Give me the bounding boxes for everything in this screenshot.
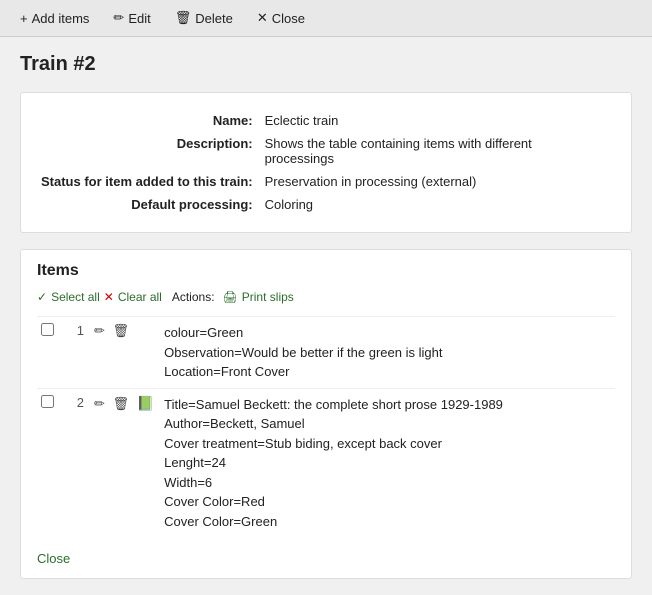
item1-icons: ✏ 🗑 bbox=[88, 317, 160, 389]
item2-edit-button[interactable]: ✏ bbox=[92, 396, 107, 412]
table-row: 2 ✏ 🗑 📗 Title=Samuel Beckett: the comple… bbox=[37, 388, 615, 537]
detail-card: Name: Eclectic train Description: Shows … bbox=[20, 92, 632, 233]
toolbar: + Add items ✏ Edit 🗑 Delete ✕ Close bbox=[0, 0, 652, 37]
description-label: Description: bbox=[41, 132, 265, 170]
actions-label: Actions: bbox=[172, 290, 215, 304]
item1-edit-button[interactable]: ✏ bbox=[92, 323, 107, 339]
name-value: Eclectic train bbox=[265, 109, 611, 132]
x-icon: ✕ bbox=[104, 290, 114, 304]
default-processing-row: Default processing: Coloring bbox=[41, 193, 611, 216]
item2-delete-button[interactable]: 🗑 bbox=[111, 396, 132, 412]
items-title: Items bbox=[37, 262, 615, 280]
default-processing-value: Coloring bbox=[265, 193, 611, 216]
page-title: Train #2 bbox=[20, 53, 632, 76]
edit-label: Edit bbox=[128, 11, 150, 26]
item2-book-button[interactable]: 📗 bbox=[135, 395, 156, 412]
delete-icon: 🗑 bbox=[175, 10, 192, 26]
detail-table: Name: Eclectic train Description: Shows … bbox=[41, 109, 611, 216]
add-items-button[interactable]: + Add items bbox=[16, 9, 93, 28]
status-row: Status for item added to this train: Pre… bbox=[41, 170, 611, 193]
name-row: Name: Eclectic train bbox=[41, 109, 611, 132]
items-section: Items ✓ Select all ✕ Clear all Actions: … bbox=[20, 249, 632, 579]
clear-all-link[interactable]: Clear all bbox=[118, 290, 162, 304]
close-icon: ✕ bbox=[257, 10, 268, 26]
description-row: Description: Shows the table containing … bbox=[41, 132, 611, 170]
item1-checkbox-cell bbox=[37, 317, 58, 389]
print-slips-label: Print slips bbox=[242, 290, 294, 304]
item2-checkbox-cell bbox=[37, 388, 58, 537]
plus-icon: + bbox=[20, 11, 28, 26]
delete-button[interactable]: 🗑 Delete bbox=[171, 8, 237, 28]
close-link[interactable]: Close bbox=[37, 551, 70, 566]
item2-details: Title=Samuel Beckett: the complete short… bbox=[160, 388, 615, 537]
item1-number: 1 bbox=[58, 317, 88, 389]
select-all-link[interactable]: Select all bbox=[51, 290, 100, 304]
close-button-toolbar[interactable]: ✕ Close bbox=[253, 8, 309, 28]
item2-checkbox[interactable] bbox=[41, 395, 54, 408]
description-value: Shows the table containing items with di… bbox=[265, 132, 611, 170]
add-items-label: Add items bbox=[32, 11, 90, 26]
default-processing-label: Default processing: bbox=[41, 193, 265, 216]
item2-icons: ✏ 🗑 📗 bbox=[88, 388, 160, 537]
page-content: Train #2 Name: Eclectic train Descriptio… bbox=[0, 37, 652, 595]
status-value: Preservation in processing (external) bbox=[265, 170, 611, 193]
edit-button[interactable]: ✏ Edit bbox=[109, 8, 154, 28]
items-table: 1 ✏ 🗑 colour=Green Observation=Would be … bbox=[37, 316, 615, 537]
print-slips-button[interactable]: 🖨 Print slips bbox=[219, 288, 298, 306]
printer-icon: 🖨 bbox=[223, 290, 238, 304]
item2-number: 2 bbox=[58, 388, 88, 537]
checkmark-icon: ✓ bbox=[37, 290, 47, 304]
item1-checkbox[interactable] bbox=[41, 323, 54, 336]
item1-delete-button[interactable]: 🗑 bbox=[111, 323, 132, 339]
edit-icon: ✏ bbox=[113, 10, 124, 26]
name-label: Name: bbox=[41, 109, 265, 132]
table-row: 1 ✏ 🗑 colour=Green Observation=Would be … bbox=[37, 317, 615, 389]
close-label: Close bbox=[272, 11, 305, 26]
items-actions-bar: ✓ Select all ✕ Clear all Actions: 🖨 Prin… bbox=[37, 288, 615, 306]
status-label: Status for item added to this train: bbox=[41, 170, 265, 193]
delete-label: Delete bbox=[195, 11, 233, 26]
item1-details: colour=Green Observation=Would be better… bbox=[160, 317, 615, 389]
